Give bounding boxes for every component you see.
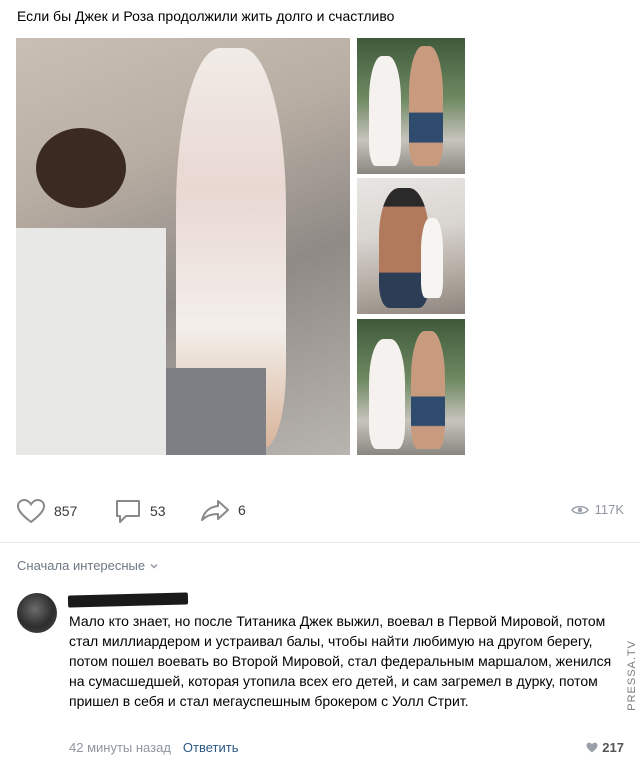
comment-time[interactable]: 42 минуты назад (69, 740, 171, 755)
shares-count: 6 (238, 502, 246, 518)
post-photo-main[interactable] (16, 38, 350, 455)
comment-like-button[interactable]: 217 (586, 740, 624, 755)
reply-link[interactable]: Ответить (183, 740, 239, 755)
divider (0, 542, 640, 543)
share-icon (201, 500, 229, 521)
post-actions-bar: 857 53 6 117K (0, 494, 640, 528)
comment-likes-count: 217 (602, 740, 624, 755)
comments-sort-dropdown[interactable]: Сначала интересные (17, 558, 159, 573)
likes-count: 857 (54, 503, 78, 519)
author-name-redacted (67, 592, 189, 608)
chevron-down-icon (150, 563, 158, 568)
post-photo-2[interactable] (357, 38, 465, 174)
like-button[interactable]: 857 (16, 498, 77, 524)
post-text: Если бы Джек и Роза продолжили жить долг… (17, 8, 395, 24)
comment-text: Мало кто знает, но после Титаника Джек в… (69, 613, 612, 709)
eye-icon (570, 505, 589, 514)
share-button[interactable]: 6 (200, 498, 246, 522)
heart-icon (16, 498, 46, 524)
heart-icon (586, 742, 598, 753)
sort-label: Сначала интересные (17, 558, 146, 573)
views-count: 117K (594, 502, 624, 517)
views-counter: 117K (570, 502, 624, 517)
comment-icon (116, 500, 140, 523)
comments-count: 53 (150, 503, 166, 519)
watermark: PRESSA.TV (626, 640, 638, 711)
comment-meta: 42 минуты назад Ответить (69, 740, 238, 755)
avatar[interactable] (17, 593, 57, 633)
comment-button[interactable]: 53 (114, 498, 166, 524)
post-photo-4[interactable] (357, 319, 465, 455)
post-photo-3[interactable] (357, 178, 465, 314)
